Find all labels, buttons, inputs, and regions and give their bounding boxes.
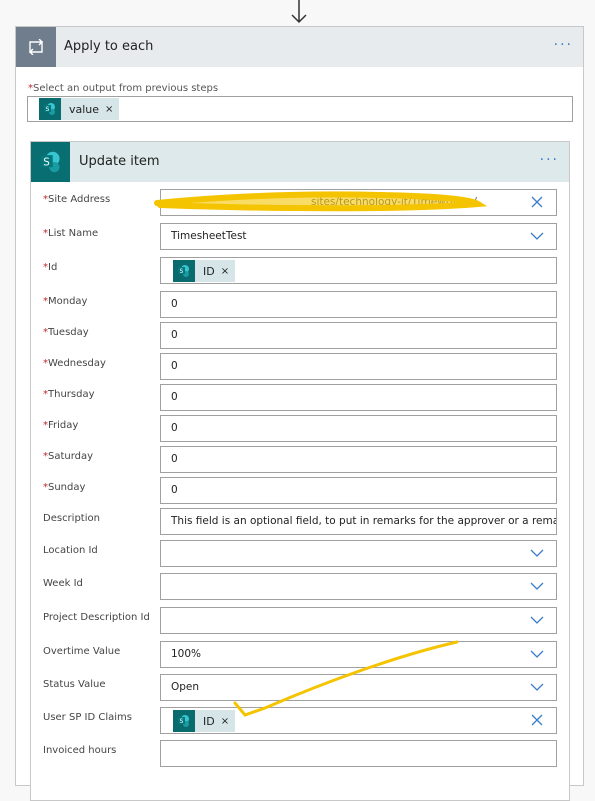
field-label: Location Id	[43, 545, 98, 556]
field-label: *Id	[43, 262, 58, 273]
field-label: Invoiced hours	[43, 745, 117, 756]
update-item-title: Update item	[79, 154, 160, 169]
field-row-list-name: *List Name TimesheetTest	[31, 223, 571, 250]
field-label: *Thursday	[43, 389, 95, 400]
update-item-card: S Update item ··· *Site Address sites/tec…	[30, 141, 570, 801]
field-row-site-address: *Site Address sites/technology-it/Timewri…	[31, 189, 571, 216]
clear-icon[interactable]	[531, 714, 543, 726]
field-row-thursday: *Thursday 0	[31, 384, 571, 411]
invoiced-hours-input[interactable]	[160, 740, 557, 767]
value-token: S value ×	[39, 98, 120, 120]
field-label: *Sunday	[43, 482, 86, 493]
sharepoint-icon: S	[173, 260, 195, 282]
field-row-tuesday: *Tuesday 0	[31, 322, 571, 349]
sharepoint-icon: S	[31, 142, 70, 182]
field-row-description: Description This field is an optional fie…	[31, 508, 571, 535]
update-item-header[interactable]: S Update item ···	[31, 142, 569, 182]
more-options-button[interactable]: ···	[554, 37, 573, 53]
id-token: S ID ×	[173, 259, 236, 284]
user-sp-id-claims-input[interactable]: S ID ×	[160, 707, 557, 734]
apply-to-each-title: Apply to each	[64, 39, 154, 54]
field-label: User SP ID Claims	[43, 712, 132, 723]
field-row-saturday: *Saturday 0	[31, 446, 571, 473]
field-label: Week Id	[43, 578, 83, 589]
remove-token-button[interactable]: ×	[105, 104, 119, 115]
field-row-week-id: Week Id	[31, 573, 571, 600]
field-row-wednesday: *Wednesday 0	[31, 353, 571, 380]
svg-text:S: S	[180, 718, 184, 725]
sharepoint-icon: S	[39, 98, 61, 120]
field-label: *Saturday	[43, 451, 94, 462]
apply-to-each-header[interactable]: Apply to each ···	[16, 27, 583, 67]
field-row-id: *Id S ID ×	[31, 257, 571, 284]
id-token: S ID ×	[173, 709, 236, 734]
apply-to-each-card: Apply to each ··· *Select an output from…	[15, 26, 584, 801]
chevron-down-icon[interactable]	[530, 548, 544, 558]
location-id-input[interactable]	[160, 540, 557, 567]
select-output-label: *Select an output from previous steps	[28, 83, 219, 94]
tuesday-input[interactable]: 0	[160, 322, 557, 349]
wednesday-input[interactable]: 0	[160, 353, 557, 380]
field-label: Project Description Id	[43, 612, 150, 623]
field-row-sunday: *Sunday 0	[31, 477, 571, 504]
monday-input[interactable]: 0	[160, 291, 557, 318]
sunday-input[interactable]: 0	[160, 477, 557, 504]
loop-icon	[16, 27, 56, 67]
chevron-down-icon[interactable]	[530, 649, 544, 659]
sharepoint-icon: S	[173, 710, 195, 732]
field-label: *Wednesday	[43, 358, 106, 369]
field-label: *Friday	[43, 420, 79, 431]
field-row-location-id: Location Id	[31, 540, 571, 567]
status-value-input[interactable]: Open	[160, 674, 557, 701]
chevron-down-icon[interactable]	[530, 581, 544, 591]
field-row-invoiced-hours: Invoiced hours	[31, 740, 571, 767]
chevron-down-icon[interactable]	[530, 615, 544, 625]
field-label: Overtime Value	[43, 646, 121, 657]
overtime-value-input[interactable]: 100%	[160, 641, 557, 668]
week-id-input[interactable]	[160, 573, 557, 600]
field-label: Description	[43, 513, 100, 524]
field-label: *List Name	[43, 228, 99, 239]
field-label: *Site Address	[43, 194, 111, 205]
svg-text:S: S	[180, 268, 184, 275]
friday-input[interactable]: 0	[160, 415, 557, 442]
more-options-button[interactable]: ···	[540, 152, 559, 168]
saturday-input[interactable]: 0	[160, 446, 557, 473]
arrow-down-icon	[291, 0, 307, 24]
select-output-input[interactable]: S value ×	[27, 96, 573, 122]
field-row-friday: *Friday 0	[31, 415, 571, 442]
field-label: Status Value	[43, 679, 106, 690]
field-row-status-value: Status Value Open	[31, 674, 571, 701]
chevron-down-icon[interactable]	[530, 682, 544, 692]
svg-text:S: S	[46, 106, 50, 113]
description-input[interactable]: This field is an optional field, to put …	[160, 508, 557, 535]
project-description-id-input[interactable]	[160, 607, 557, 634]
id-input[interactable]: S ID ×	[160, 257, 557, 284]
svg-text:S: S	[43, 156, 50, 168]
chevron-down-icon[interactable]	[530, 231, 544, 241]
list-name-input[interactable]: TimesheetTest	[160, 223, 557, 250]
clear-icon[interactable]	[531, 196, 543, 208]
field-row-overtime-value: Overtime Value 100%	[31, 641, 571, 668]
site-address-input[interactable]: sites/technology-it/Timewriting/	[160, 189, 557, 216]
remove-token-button[interactable]: ×	[221, 259, 235, 284]
field-label: *Tuesday	[43, 327, 89, 338]
field-row-user-sp-id-claims: User SP ID Claims S ID ×	[31, 707, 571, 734]
remove-token-button[interactable]: ×	[221, 709, 235, 734]
thursday-input[interactable]: 0	[160, 384, 557, 411]
field-label: *Monday	[43, 296, 88, 307]
field-row-monday: *Monday 0	[31, 291, 571, 318]
field-row-project-description-id: Project Description Id	[31, 607, 571, 634]
